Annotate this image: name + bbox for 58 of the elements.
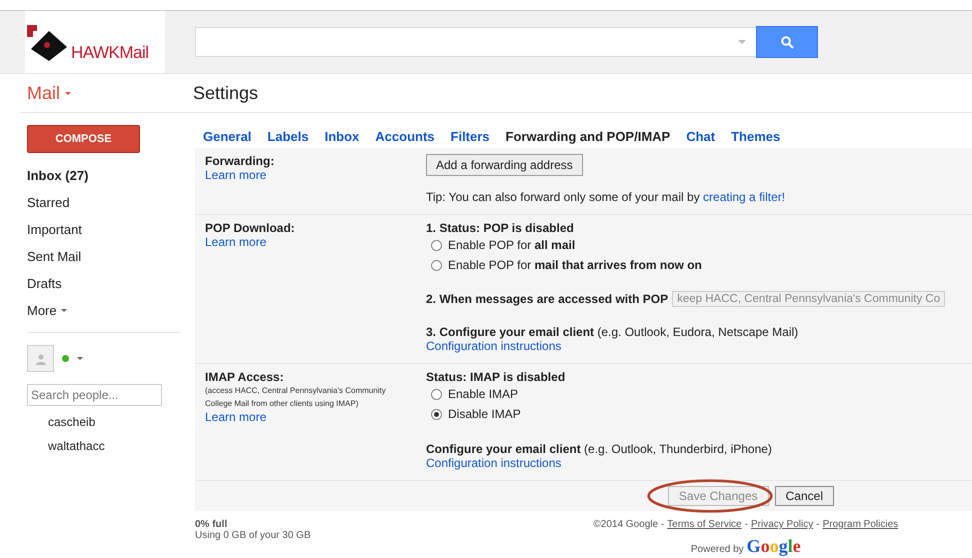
learn-more-link[interactable]: Learn more [205,410,266,424]
separator-text: - [744,519,749,530]
search-people-field[interactable]: Search people... [27,384,162,406]
separator-text: - [815,519,821,530]
footer-link[interactable]: Program Policies [822,519,898,530]
nav-item[interactable]: Inbox (27) [27,162,195,189]
footer-link[interactable]: Privacy Policy [750,519,814,530]
logo-text: HAWKMail [71,43,149,63]
settings-tab[interactable]: Accounts [367,127,443,148]
config-text: Configure your email client (e.g. Outlook, Thunderbird, iPhone) [426,442,773,456]
search-button[interactable] [756,26,818,58]
config-text: 3. Configure your email client (e.g. Outlook, Eudora, Netscape Mail) [426,325,800,339]
option-label: 2. When messages are accessed with POP [426,292,668,306]
storage-percent: 0% full [195,519,228,530]
settings-tab[interactable]: Labels [259,127,317,148]
status-heading: Status: IMAP is disabled [426,370,566,384]
radio-label: Disable IMAP [448,407,521,421]
section-title: Forwarding: [205,154,276,168]
settings-tab[interactable]: Themes [723,127,788,148]
nav-item[interactable]: More [27,297,195,324]
learn-more-link[interactable]: Learn more [205,235,266,249]
nav-item[interactable]: Important [27,216,195,243]
settings-tab[interactable]: Filters [442,127,498,148]
copyright-text: ©2014 Google - [593,519,664,530]
radio-button[interactable] [431,260,442,270]
config-link[interactable]: Configuration instructions [426,456,562,470]
nav-item[interactable]: Starred [27,189,195,216]
add-forwarding-button[interactable]: Add a forwarding address [426,154,583,176]
radio-label: Enable POP for all mail [448,238,576,252]
search-icon [780,36,794,48]
nav-item[interactable]: Sent Mail [27,243,195,270]
section-title: IMAP Access: [205,370,285,384]
radio-button[interactable] [431,388,442,400]
section-title: POP Download: [205,221,296,235]
storage-usage: Using 0 GB of your 30 GB [195,530,312,541]
google-logo-text: Google [746,536,801,557]
mail-menu[interactable]: Mail [27,82,60,104]
config-link[interactable]: Configuration instructions [426,339,562,353]
radio-label: Enable IMAP [448,387,518,401]
contact-name[interactable]: waltathacc [48,434,195,458]
footer-link[interactable]: Terms of Service [667,519,742,530]
settings-tab[interactable]: Inbox [316,127,368,148]
status-heading: 1. Status: POP is disabled [426,221,575,235]
compose-button[interactable]: COMPOSE [27,125,140,153]
page-title: Settings [193,82,258,104]
settings-tab[interactable]: Chat [678,127,724,148]
action-button[interactable]: Cancel [774,486,834,506]
learn-more-link[interactable]: Learn more [205,168,266,182]
contact-name[interactable]: cascheib [48,410,195,434]
section-note: (access HACC, Central Pennsylvania's Community College Mail from other clients using IMAP) [205,385,387,410]
radio-label: Enable POP for mail that arrives from now on [448,258,702,272]
tip-text: Tip: You can also forward only some of your mail by creating a filter! [426,190,786,204]
settings-tab[interactable]: General [195,127,260,148]
powered-by-text: Powered by [690,544,744,555]
nav-item[interactable]: Drafts [27,270,195,297]
filter-link[interactable]: creating a filter! [703,190,786,204]
radio-button[interactable] [431,408,442,420]
radio-button[interactable] [431,240,442,250]
